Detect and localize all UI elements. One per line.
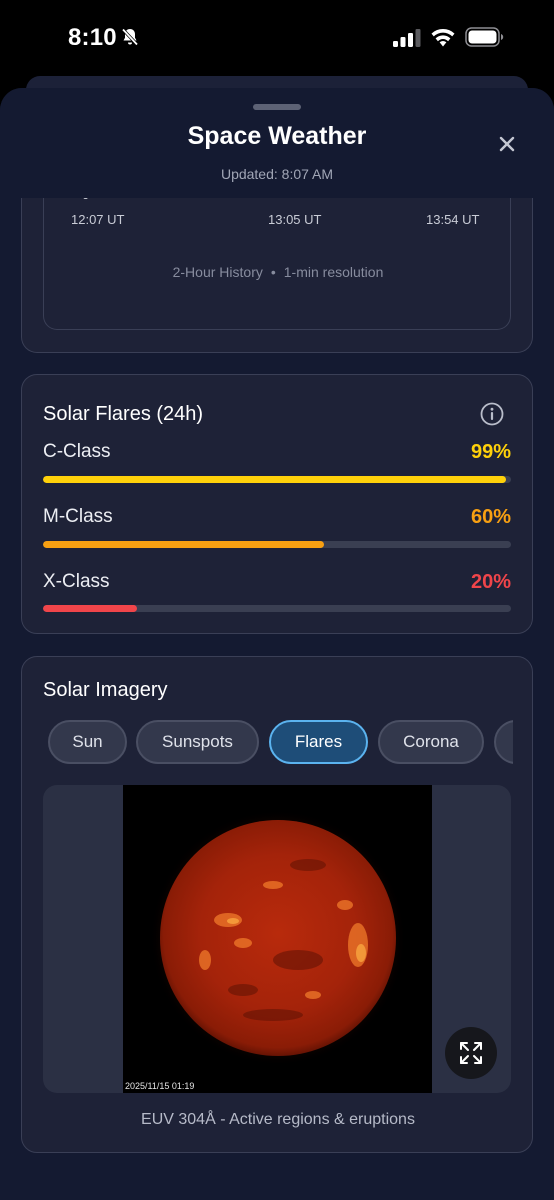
updated-timestamp: Updated: 8:07 AM <box>220 166 334 182</box>
solar-imagery-card: Solar Imagery Sun Sunspots Flares Corona <box>21 656 533 1153</box>
wifi-icon <box>431 28 455 47</box>
image-caption: EUV 304Å - Active regions & eruptions <box>141 1111 415 1128</box>
tab-corona[interactable]: Corona <box>378 720 484 764</box>
status-bar: 8:10 <box>0 0 554 76</box>
expand-icon <box>460 1042 482 1064</box>
tab-more[interactable] <box>494 720 513 764</box>
status-time: 8:10 <box>68 24 117 51</box>
battery-icon <box>465 27 504 47</box>
flare-probability: 60% <box>470 506 511 528</box>
expand-image-button[interactable] <box>445 1027 497 1079</box>
imagery-tabs: Sun Sunspots Flares Corona <box>48 720 513 764</box>
sheet-grabber[interactable] <box>253 104 301 110</box>
flare-class-label: M-Class <box>43 506 113 527</box>
flare-probability-fill <box>43 541 324 548</box>
sheet-title: Space Weather <box>187 122 367 150</box>
chart-resolution-label: 1-min resolution <box>283 264 384 280</box>
chart-history-label: 2-Hour History <box>172 264 263 280</box>
tab-sunspots[interactable]: Sunspots <box>136 720 259 764</box>
signal-icon <box>393 29 421 47</box>
sun-disk-graphic <box>150 810 406 1066</box>
bell-slash-icon <box>121 28 139 46</box>
image-timestamp: 2025/11/15 01:19 <box>125 1081 195 1091</box>
footer-separator: • <box>270 264 276 280</box>
solar-flares-title: Solar Flares (24h) <box>43 403 204 425</box>
space-weather-sheet: 0 12:07 UT 13:05 UT 13:54 UT 2-Hour Hist… <box>0 88 554 1200</box>
chart-footer: 2-Hour History • 1-min resolution <box>44 264 512 280</box>
flare-probability-bar <box>43 541 511 548</box>
x-tick-label: 13:54 UT <box>426 212 480 227</box>
flare-class-label: X-Class <box>43 571 110 592</box>
solar-image-frame: 2025/11/15 01:19 <box>43 785 511 1093</box>
flare-probability-fill <box>43 476 507 483</box>
sun-euv-image <box>123 785 432 1093</box>
flare-probability: 20% <box>470 571 511 593</box>
solar-imagery-title: Solar Imagery <box>43 679 168 701</box>
flare-class-label: C-Class <box>43 441 111 462</box>
info-icon[interactable] <box>480 402 504 426</box>
flare-probability: 99% <box>470 441 511 463</box>
tab-sun[interactable]: Sun <box>48 720 127 764</box>
tab-flares[interactable]: Flares <box>269 720 368 764</box>
x-tick-label: 12:07 UT <box>71 212 125 227</box>
solar-flares-card: Solar Flares (24h) C-Class 99% M-Class 6… <box>21 374 533 634</box>
sheet-header: Space Weather Updated: 8:07 AM <box>0 88 554 198</box>
flare-probability-bar <box>43 476 511 483</box>
flare-probability-bar <box>43 605 511 612</box>
x-tick-label: 13:05 UT <box>268 212 322 227</box>
screen: 8:10 12:07 UT 13:05 UT 13:54 UT 2-Hour H… <box>0 0 554 1200</box>
close-icon[interactable] <box>494 131 520 157</box>
flare-probability-fill <box>43 605 137 612</box>
